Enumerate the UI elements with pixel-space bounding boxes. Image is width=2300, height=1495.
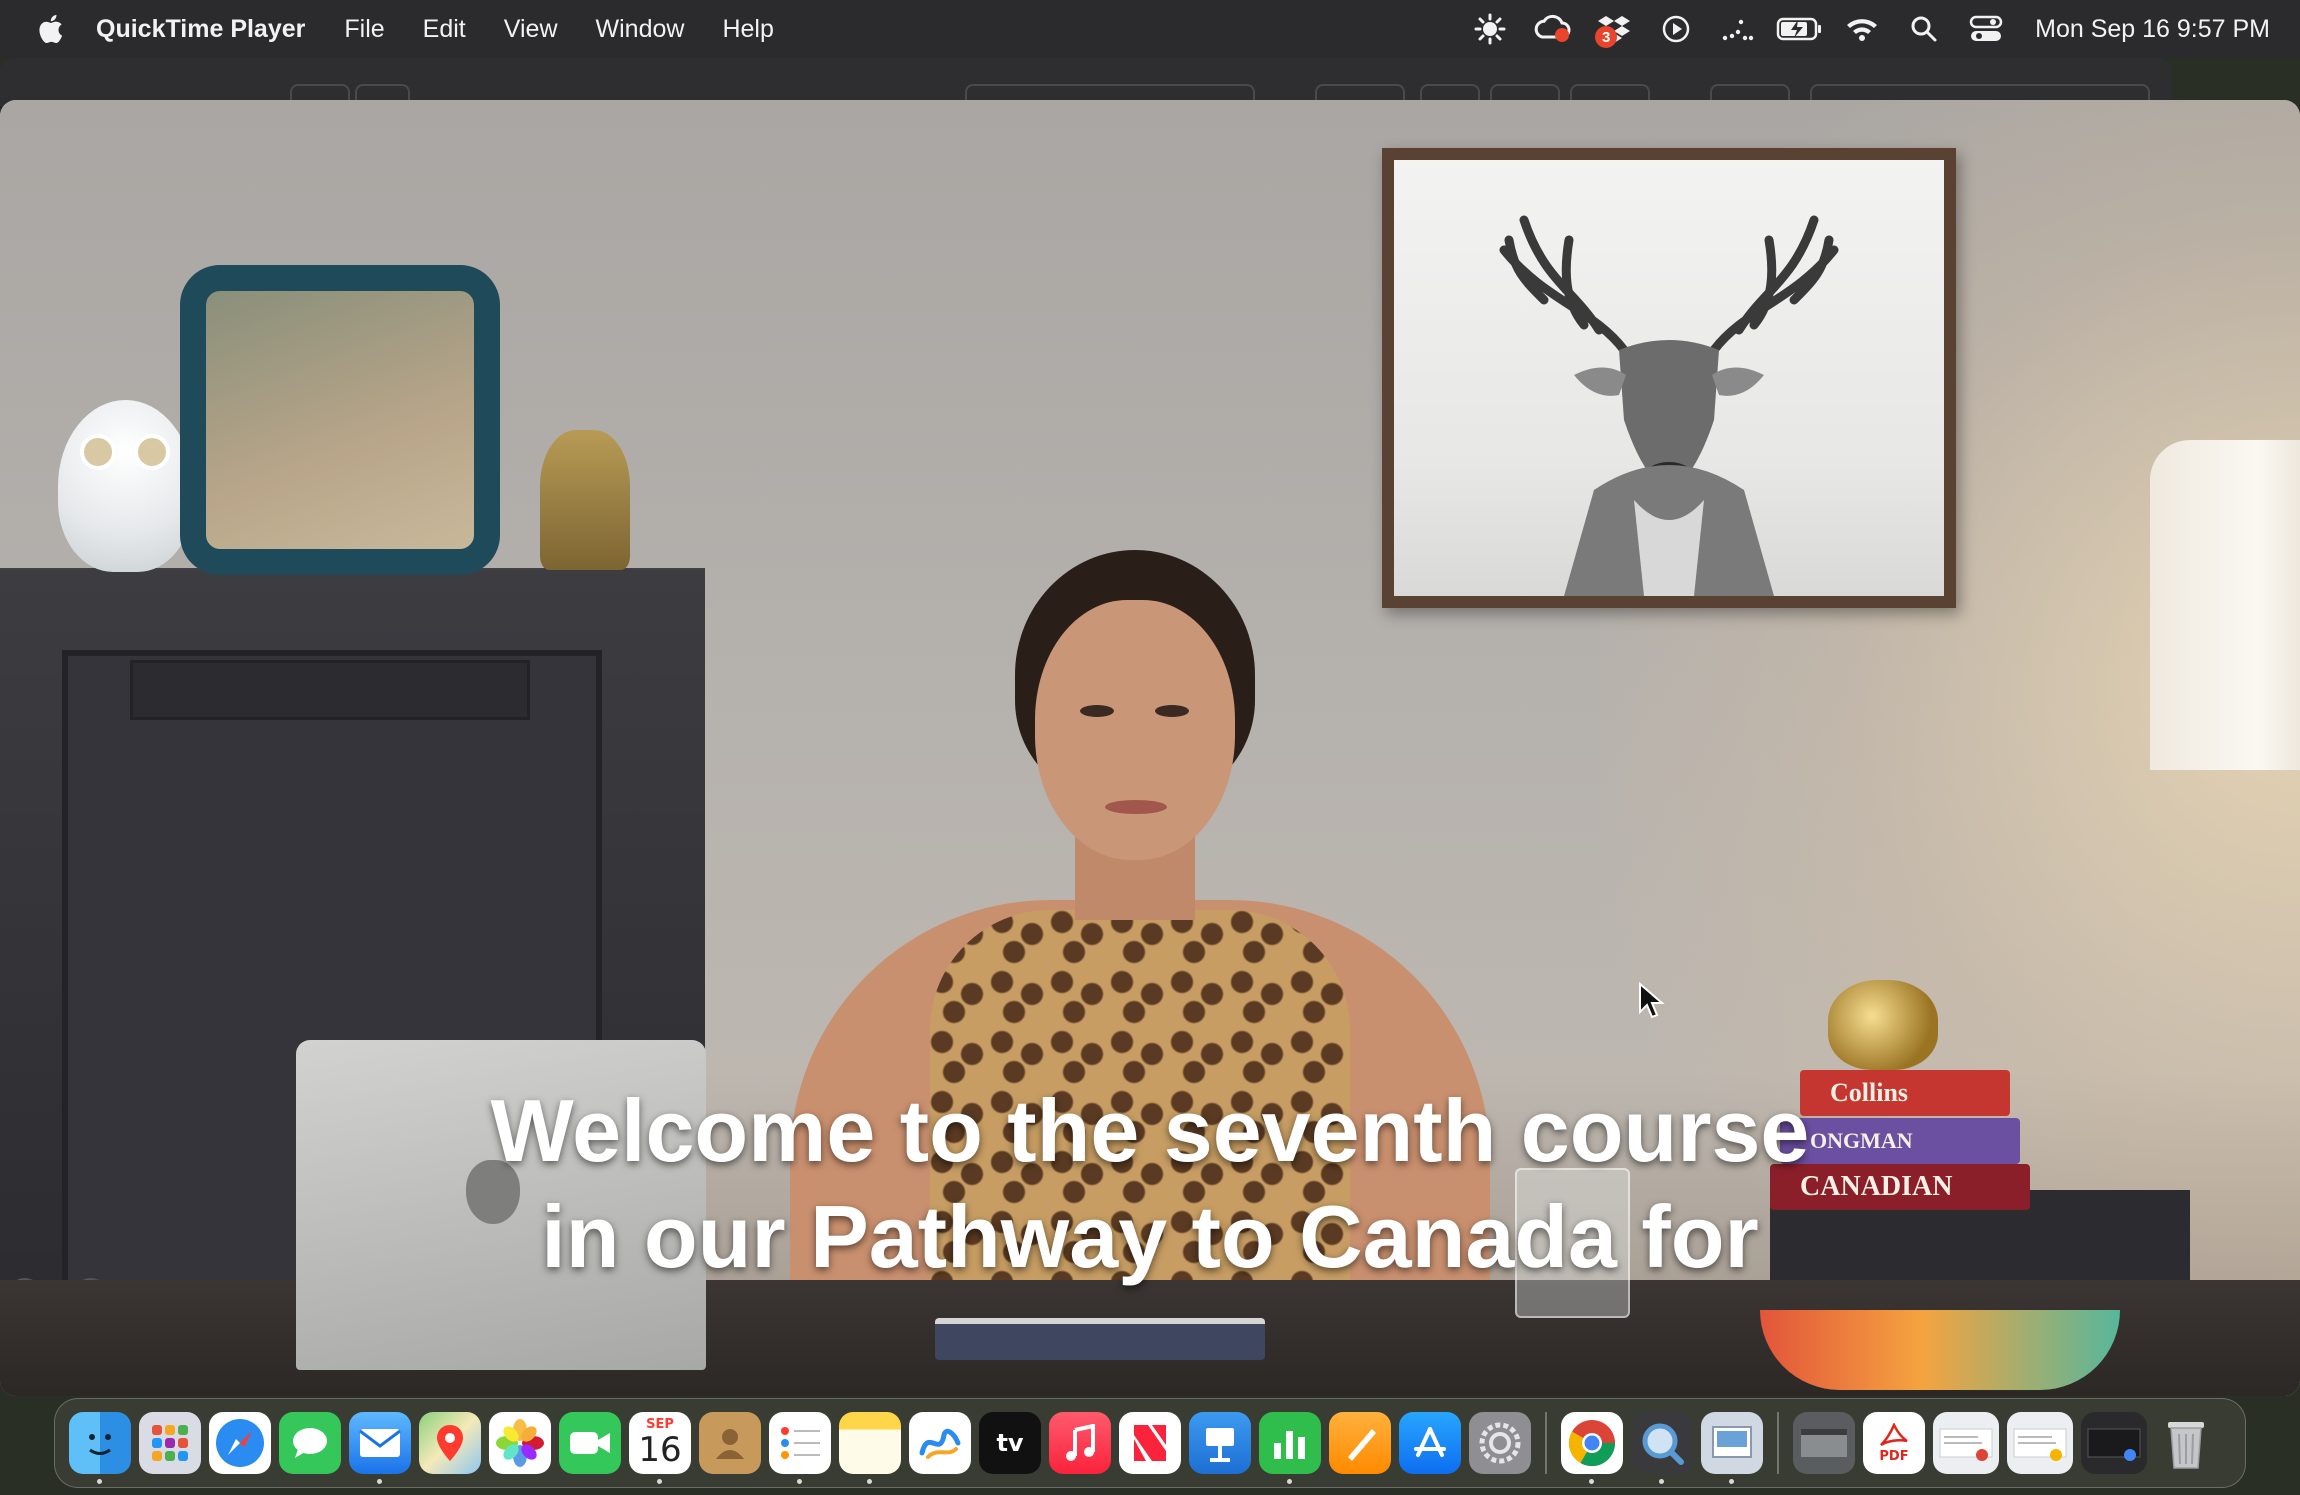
subtitle-line-1: Welcome to the seventh course [490,1081,1810,1180]
battery-icon[interactable] [1769,0,1831,58]
mail-icon[interactable] [349,1412,411,1484]
menu-window[interactable]: Window [596,15,685,44]
quicktime-player-icon[interactable] [1631,1412,1693,1484]
menu-bar: QuickTime Player File Edit View Window H… [0,0,2300,58]
reminders-icon[interactable] [769,1412,831,1484]
dropbox-icon[interactable]: 3 [1583,0,1645,58]
mouse-pointer-icon [1639,982,1665,1019]
gold-vase [1828,980,1938,1070]
finder-icon[interactable] [69,1412,131,1484]
safari-icon[interactable] [209,1412,271,1474]
deer-painting [1382,148,1956,608]
play-circle-icon[interactable] [1645,0,1707,58]
menu-file[interactable]: File [344,15,384,44]
brightness-icon[interactable] [1459,0,1521,58]
notes-icon[interactable] [839,1412,901,1484]
menu-view[interactable]: View [504,15,558,44]
launchpad-icon[interactable] [139,1412,201,1474]
pages-icon[interactable] [1329,1412,1391,1474]
control-center-icon[interactable] [1955,0,2017,58]
menubar-clock[interactable]: Mon Sep 16 9:57 PM [2035,15,2270,44]
dock-separator [1545,1412,1547,1474]
presenter-face [1035,600,1235,860]
dock: SEP 16 tv PDF [54,1398,2246,1488]
chrome-icon[interactable] [1561,1412,1623,1484]
contacts-icon[interactable] [699,1412,761,1474]
dock-separator [1777,1412,1779,1474]
notebook [935,1318,1265,1360]
minimized-window-thumbnail[interactable] [1793,1412,1855,1474]
photo-frame [180,265,500,575]
cabinet-panel [130,660,530,720]
lamp-shade [2150,440,2300,770]
messages-icon[interactable] [279,1412,341,1474]
freeform-icon[interactable] [909,1412,971,1474]
dropbox-badge: 3 [1595,26,1618,48]
tv-label: tv [996,1429,1024,1457]
calendar-icon[interactable]: SEP 16 [629,1412,691,1484]
music-icon[interactable] [1049,1412,1111,1474]
minimized-dark-window-thumbnail[interactable] [2081,1412,2147,1474]
pdf-label: PDF [1879,1448,1909,1464]
statue-figurine [540,430,630,570]
quicktime-video-window[interactable]: Collins ONGMAN CANADIAN Welcome to the s… [0,100,2300,1396]
menu-edit[interactable]: Edit [423,15,466,44]
news-icon[interactable] [1119,1412,1181,1474]
app-name-menu[interactable]: QuickTime Player [96,15,305,44]
photos-icon[interactable] [489,1412,551,1474]
minimized-chrome-window-thumbnail[interactable] [2007,1412,2073,1474]
calendar-day: 16 [638,1430,682,1470]
owl-figurine [58,400,193,572]
preview-icon[interactable] [1701,1412,1763,1484]
facetime-icon[interactable] [559,1412,621,1474]
dots-icon[interactable] [1707,0,1769,58]
video-subtitle: Welcome to the seventh course in our Pat… [0,1078,2300,1290]
system-settings-icon[interactable] [1469,1412,1531,1474]
search-icon[interactable] [1893,0,1955,58]
apple-menu-icon[interactable] [20,14,80,44]
pdf-document-icon[interactable]: PDF [1863,1412,1925,1474]
deer-illustration [1499,215,1839,596]
keynote-icon[interactable] [1189,1412,1251,1474]
app-store-icon[interactable] [1399,1412,1461,1474]
creative-cloud-icon[interactable] [1521,0,1583,58]
menu-help[interactable]: Help [722,15,773,44]
minimized-chrome-window-thumbnail[interactable] [1933,1412,1999,1474]
numbers-icon[interactable] [1259,1412,1321,1484]
subtitle-line-2: in our Pathway to Canada for [541,1187,1759,1286]
trash-icon[interactable] [2155,1412,2217,1474]
wifi-icon[interactable] [1831,0,1893,58]
apple-tv-icon[interactable]: tv [979,1412,1041,1474]
toy-boat [1760,1310,2120,1390]
maps-icon[interactable] [419,1412,481,1474]
